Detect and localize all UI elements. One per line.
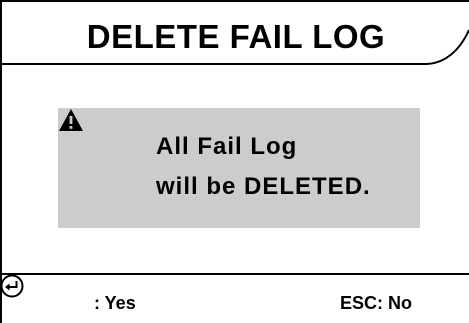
- message-box: All Fail Log will be DELETED.: [58, 108, 420, 228]
- dialog-footer: : Yes ESC: No: [0, 274, 469, 323]
- enter-key-icon[interactable]: [0, 274, 24, 298]
- message-text-line2: will be DELETED.: [156, 173, 371, 200]
- dialog-frame: DELETE FAIL LOG All Fail Log will be DEL…: [0, 0, 469, 323]
- message-text-line1: All Fail Log: [156, 133, 298, 160]
- yes-button[interactable]: : Yes: [94, 292, 136, 314]
- warning-triangle-icon: [59, 109, 83, 131]
- dialog-title: DELETE FAIL LOG: [86, 18, 386, 55]
- no-button[interactable]: ESC: No: [340, 292, 412, 314]
